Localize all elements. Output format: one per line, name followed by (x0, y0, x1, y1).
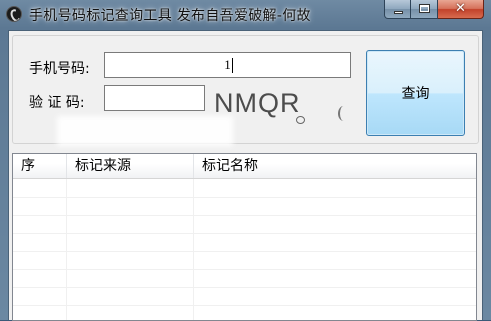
app-icon[interactable] (6, 6, 22, 22)
title-bar[interactable]: 手机号码标记查询工具 发布自吾爱破解-何故 ✕ (0, 0, 491, 30)
captcha-text: NMQR (214, 88, 301, 118)
maximize-icon (419, 4, 430, 13)
grid-line (13, 287, 476, 288)
query-button[interactable]: 查询 (366, 50, 465, 136)
column-header-source[interactable]: 标记来源 (67, 154, 194, 178)
phone-label: 手机号码: (29, 61, 90, 77)
window-title: 手机号码标记查询工具 发布自吾爱破解-何故 (29, 8, 311, 24)
close-button[interactable]: ✕ (438, 0, 484, 19)
captcha-image[interactable]: NMQR (214, 88, 354, 124)
grid-line (13, 251, 476, 252)
minimize-button[interactable] (384, 0, 411, 19)
column-header-index[interactable]: 序 (13, 154, 67, 178)
grid-line (13, 305, 476, 306)
grid-line (13, 197, 476, 198)
minimize-icon (394, 11, 403, 14)
caption-buttons: ✕ (384, 0, 484, 20)
close-icon: ✕ (455, 1, 466, 16)
grid-line (66, 179, 67, 320)
blurred-region (57, 116, 233, 146)
app-window: 手机号码标记查询工具 发布自吾爱破解-何故 ✕ 手机号码: 1 验 证 码: N… (0, 0, 491, 321)
grid-line (13, 215, 476, 216)
phone-input[interactable]: 1 (104, 52, 351, 78)
results-header: 序 标记来源 标记名称 (13, 154, 476, 179)
captcha-label: 验 证 码: (29, 95, 85, 111)
client-area: 手机号码: 1 验 证 码: NMQR 查询 序 标记来源 标记名称 (8, 30, 483, 321)
phone-input-value: 1 (224, 57, 231, 72)
query-form-group: 手机号码: 1 验 证 码: NMQR 查询 (12, 35, 479, 146)
results-list[interactable]: 序 标记来源 标记名称 (12, 153, 477, 321)
grid-line (13, 233, 476, 234)
text-caret (232, 58, 233, 73)
column-header-name[interactable]: 标记名称 (194, 154, 476, 178)
captcha-input[interactable] (104, 85, 205, 111)
captcha-noise-arc (338, 106, 349, 121)
maximize-button[interactable] (411, 0, 438, 19)
grid-line (13, 269, 476, 270)
grid-line (193, 179, 194, 320)
captcha-noise (296, 116, 305, 124)
